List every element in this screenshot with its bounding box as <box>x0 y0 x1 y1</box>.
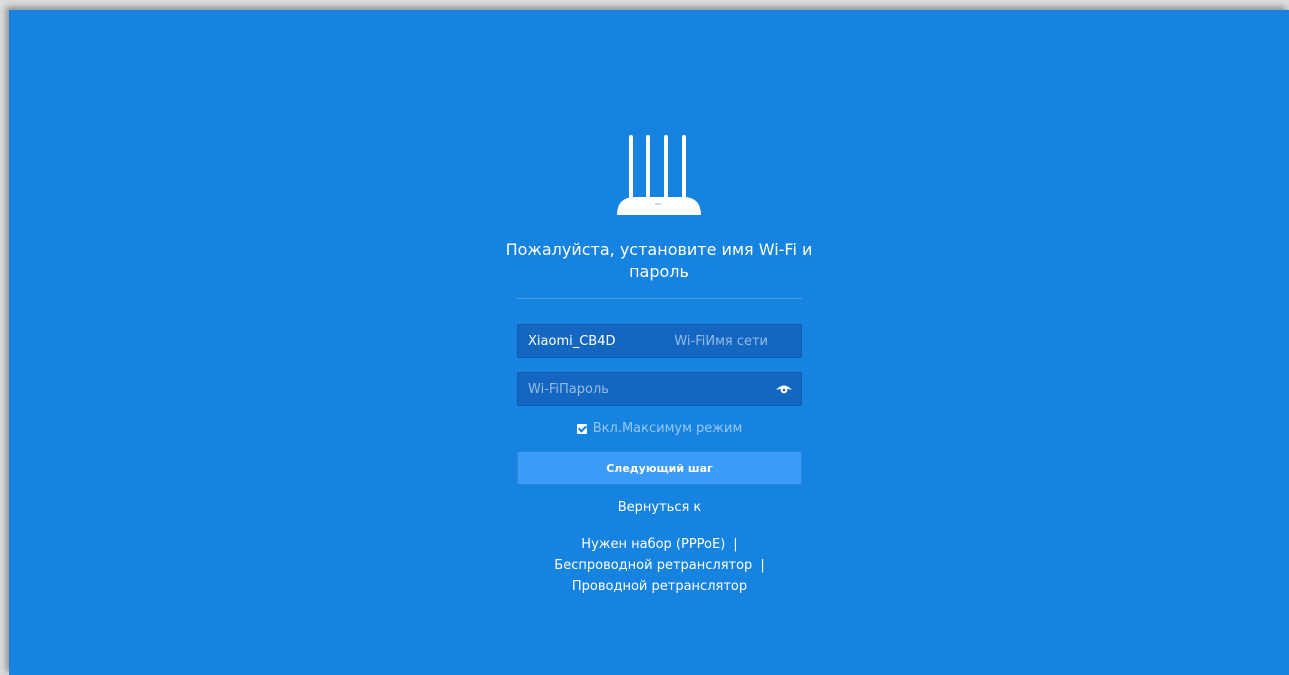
max-mode-label[interactable]: Вкл.Максимум режим <box>593 421 743 436</box>
page-title: Пожалуйста, установите имя Wi-Fi и парол… <box>505 240 813 281</box>
eye-icon[interactable] <box>776 383 792 395</box>
wifi-password-placeholder[interactable]: Wi-FiПароль <box>518 382 609 397</box>
divider <box>517 298 802 299</box>
wifi-name-field[interactable]: Xiaomi_CB4D Wi-FiИмя сети <box>517 324 802 358</box>
alt-link-row: Беспроводной ретранслятор | <box>517 555 802 576</box>
checkbox-checked-icon[interactable] <box>576 423 587 434</box>
wifi-password-field[interactable]: Wi-FiПароль <box>517 372 802 406</box>
link-separator: | <box>760 558 765 573</box>
link-separator: | <box>733 537 738 552</box>
alternative-setup-links: Нужен набор (PPPoE) | Беспроводной ретран… <box>517 534 802 597</box>
wired-repeater-link[interactable]: Проводной ретранслятор <box>572 579 747 594</box>
alt-link-row: Проводной ретранслятор <box>517 576 802 597</box>
wifi-name-value[interactable]: Xiaomi_CB4D <box>518 334 616 349</box>
alt-link-row: Нужен набор (PPPoE) | <box>517 534 802 555</box>
wireless-repeater-link[interactable]: Беспроводной ретранслятор <box>554 558 752 573</box>
max-mode-option[interactable]: Вкл.Максимум режим <box>517 421 802 436</box>
back-link[interactable]: Вернуться к <box>517 500 802 515</box>
router-icon <box>617 135 701 215</box>
setup-page: Пожалуйста, установите имя Wi-Fi и парол… <box>9 10 1289 675</box>
wifi-name-hint: Wi-FiИмя сети <box>674 333 768 349</box>
next-step-button[interactable]: Следующий шаг <box>517 451 802 485</box>
pppoe-link[interactable]: Нужен набор (PPPoE) <box>581 537 725 552</box>
